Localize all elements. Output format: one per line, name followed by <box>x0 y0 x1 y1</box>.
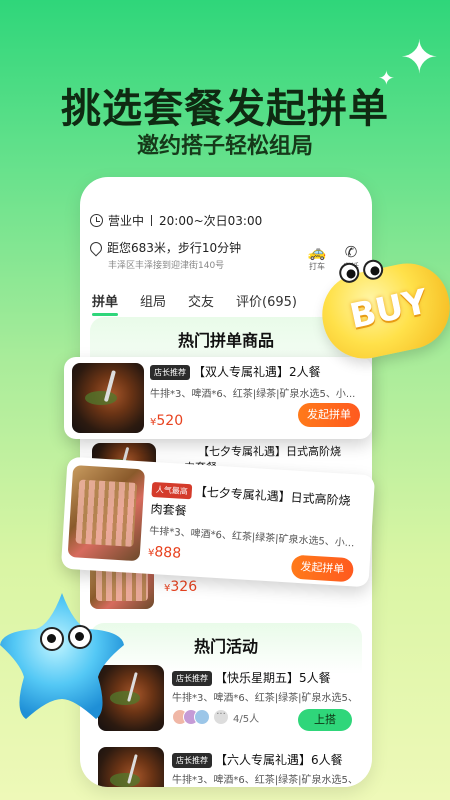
activity-title-text: 【六人专属礼遇】6人餐 <box>215 753 343 767</box>
mascot-eye <box>40 627 64 651</box>
featured-product-card[interactable]: 人气最高 【七夕专属礼遇】日式高阶烧 肉套餐 牛排*3、啤酒*6、红茶|绿茶|矿泉… <box>60 456 376 588</box>
activity-thumbnail <box>98 747 164 787</box>
more-dots-icon: ··· <box>214 710 228 724</box>
activity-title: 店长推荐 【快乐星期五】5人餐 <box>172 669 331 686</box>
activity-desc: 牛排*3、啤酒*6、红茶|绿茶|矿泉水选5、小... <box>172 775 352 786</box>
shop-address: 丰泽区丰泽接到迎津街140号 <box>108 261 225 271</box>
business-hours: 营业中 20:00~次日03:00 <box>90 212 262 229</box>
shop-status: 营业中 <box>108 214 145 228</box>
activity-title-text: 【快乐星期五】5人餐 <box>215 671 331 685</box>
product-price: ¥326 <box>164 579 197 595</box>
product-badge: 人气最高 <box>151 481 193 500</box>
tab-pindan[interactable]: 拼单 <box>92 291 119 316</box>
shop-hours: 20:00~次日03:00 <box>159 214 263 228</box>
product-thumbnail <box>72 363 144 433</box>
product-title-text: 【双人专属礼遇】2人餐 <box>193 365 321 379</box>
shop-tabs: 拼单 组局 交友 评价(695) <box>92 291 297 316</box>
start-group-order-button[interactable]: 发起拼单 <box>290 554 355 583</box>
activity-item[interactable]: 店长推荐【快乐星期五】5人餐 牛排*3、啤酒*6、红茶|绿茶|矿泉水选5、小..… <box>98 665 356 743</box>
buy-mascot-text: BUY <box>346 281 432 338</box>
price-value: 520 <box>156 413 184 429</box>
activity-title: 店长推荐 【六人专属礼遇】6人餐 <box>172 751 343 768</box>
price-value: 326 <box>170 579 198 595</box>
tab-zuju[interactable]: 组局 <box>140 291 166 310</box>
taxi-icon: 🚕 <box>307 243 327 261</box>
product-title: 店长推荐 【双人专属礼遇】2人餐 <box>150 363 321 380</box>
star-shape <box>0 593 124 719</box>
product-desc: 牛排*3、啤酒*6、红茶|绿茶|矿泉水选5、小... <box>150 389 356 400</box>
tab-reviews[interactable]: 评价(695) <box>236 291 297 310</box>
section-title: 热门拼单商品 <box>177 331 274 350</box>
taxi-label: 打车 <box>309 262 325 271</box>
mascot-eye <box>68 625 92 649</box>
activity-badge: 店长推荐 <box>172 753 212 768</box>
join-button[interactable]: 上搭 <box>298 709 352 731</box>
taxi-button[interactable]: 🚕 打车 <box>302 243 332 272</box>
shop-distance: 距您683米，步行10分钟 <box>107 241 242 255</box>
activity-badge: 店长推荐 <box>172 671 212 686</box>
sparkle-icon: ✦ <box>378 66 395 90</box>
activity-desc: 牛排*3、啤酒*6、红茶|绿茶|矿泉水选5、小... <box>172 693 352 704</box>
activity-item[interactable]: 店长推荐【六人专属礼遇】6人餐 牛排*3、啤酒*6、红茶|绿茶|矿泉水选5、小.… <box>98 747 356 787</box>
product-title-text: 【七夕专属礼遇】日式高阶烧 <box>194 484 351 509</box>
tab-jiaoyou[interactable]: 交友 <box>188 291 214 310</box>
participant-count: 4/5人 <box>233 713 260 725</box>
start-group-order-button[interactable]: 发起拼单 <box>298 403 360 427</box>
clock-icon <box>90 214 103 227</box>
price-value: 888 <box>153 544 182 562</box>
product-thumbnail <box>67 465 146 562</box>
promo-subline: 邀约搭子轻松组局 <box>136 134 313 159</box>
star-mascot <box>0 585 132 725</box>
product-title: 【七夕专属礼遇】日式高阶烧 <box>198 443 341 459</box>
location-pin-icon <box>87 239 105 256</box>
shop-distance-row: 距您683米，步行10分钟 <box>87 239 242 256</box>
product-badge: 店长推荐 <box>150 365 190 380</box>
product-price: ¥888 <box>148 544 182 562</box>
sparkle-icon: ✦ <box>400 30 439 84</box>
product-title-line2: 肉套餐 <box>150 501 188 519</box>
avatar <box>194 709 210 725</box>
divider <box>151 215 153 226</box>
product-title-line1: 【七夕专属礼遇】日式高阶烧 <box>198 445 341 458</box>
product-price: ¥520 <box>150 413 183 429</box>
phone-icon: ✆ <box>344 243 358 261</box>
featured-product-card[interactable]: 店长推荐 【双人专属礼遇】2人餐 牛排*3、啤酒*6、红茶|绿茶|矿泉水选5、小.… <box>64 357 372 439</box>
participant-avatars: ··· 4/5人 <box>172 709 259 725</box>
